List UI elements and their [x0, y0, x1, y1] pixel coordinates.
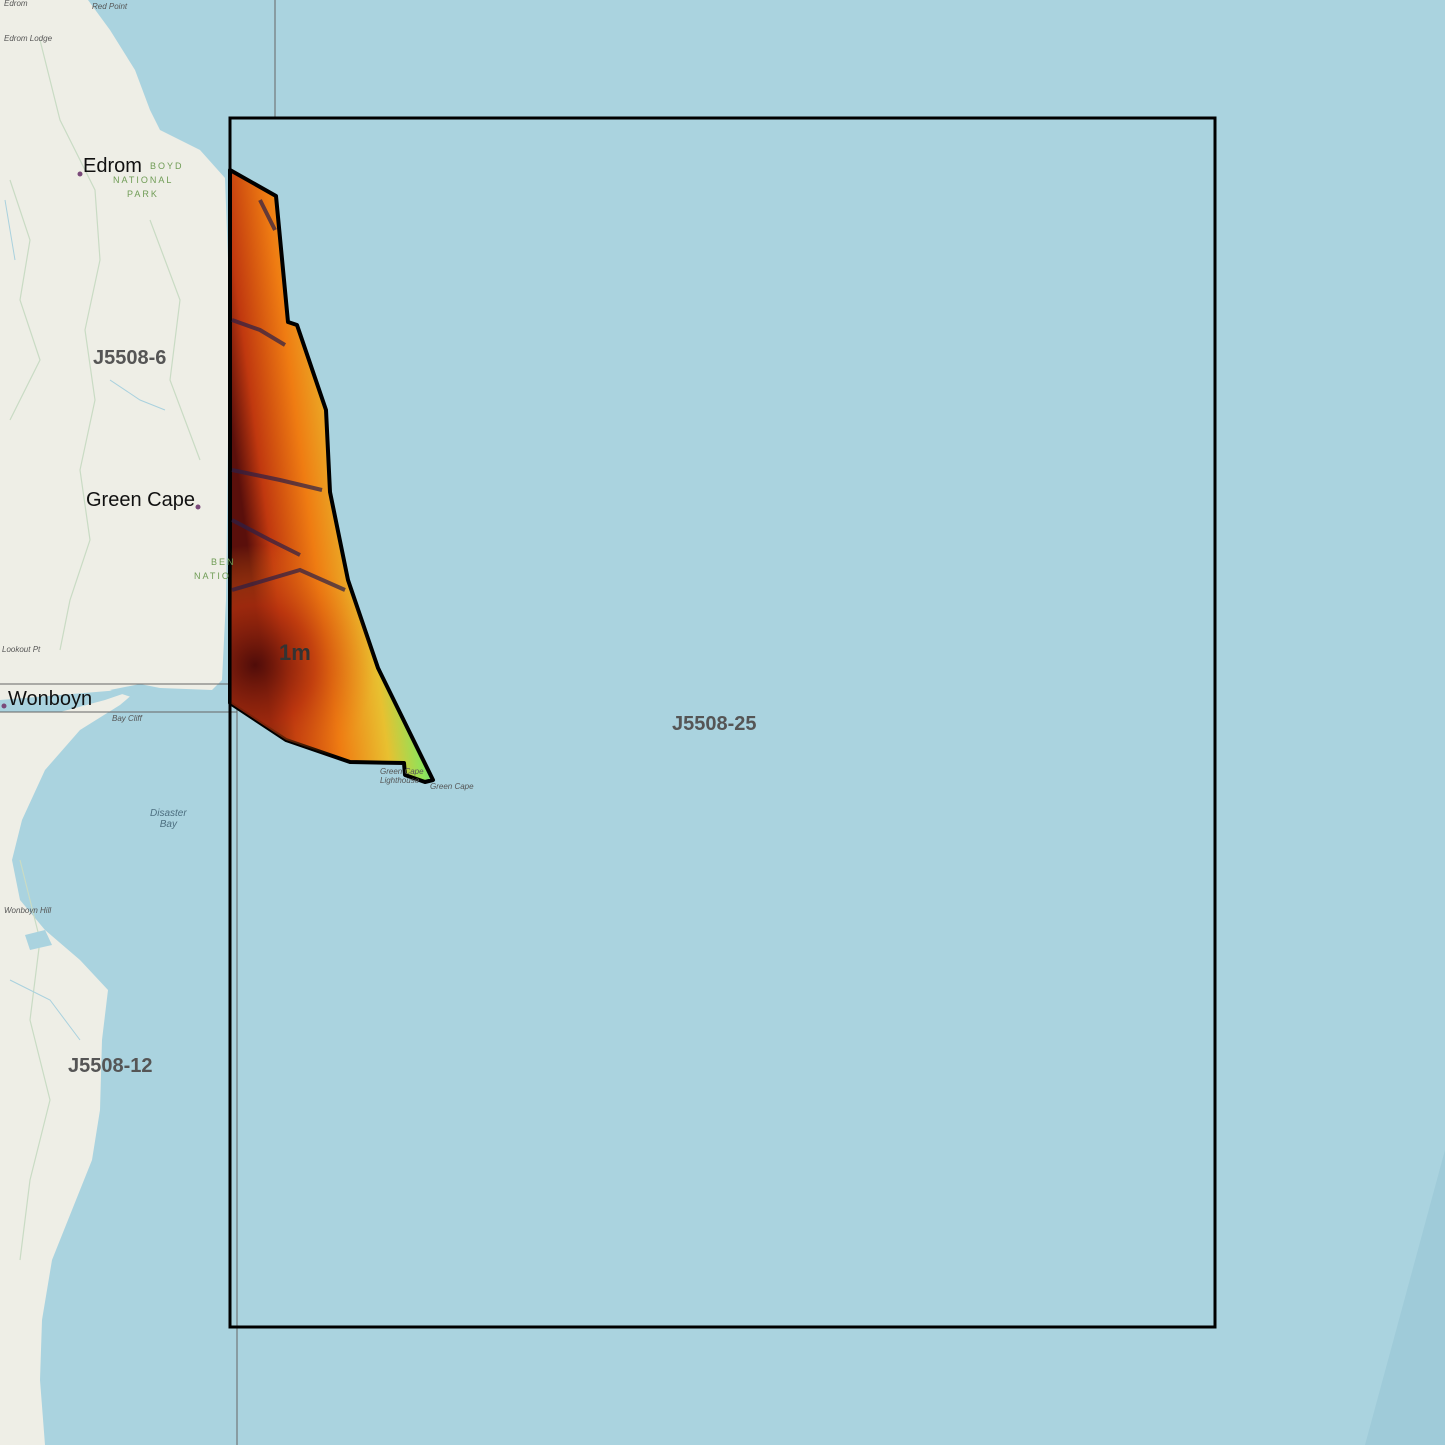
minor-label: Green Cape Lighthouse — [380, 767, 424, 785]
elevation-raster[interactable] — [228, 168, 435, 784]
minor-label: Bay Cliff — [112, 714, 142, 723]
tile-label-j5508-6[interactable]: J5508-6 — [93, 347, 166, 370]
minor-label: Edrom Lodge — [4, 34, 53, 43]
open-ocean-deep — [1365, 1150, 1445, 1445]
bay-label-line2: Bay — [159, 819, 177, 830]
minor-label: Lookout Pt — [2, 645, 41, 654]
park-label: PARK — [127, 189, 159, 199]
bay-label: Disaster Bay — [150, 808, 187, 830]
place-dot-wonboyn — [1, 703, 7, 709]
bay-label-line1: Disaster — [150, 808, 187, 819]
place-label-edrom[interactable]: Edrom — [83, 155, 142, 178]
place-dot-edrom — [77, 171, 83, 177]
minor-label: Red Point — [92, 2, 128, 11]
minor-label: Edrom — [4, 0, 28, 8]
place-dot-green-cape — [195, 504, 201, 510]
tile-label-j5508-12[interactable]: J5508-12 — [68, 1055, 153, 1078]
park-label: BEN — [211, 557, 236, 567]
minor-label: Wonboyn Hill — [4, 906, 52, 915]
minor-label: Green Cape — [430, 782, 474, 791]
park-label: BOYD — [150, 161, 184, 171]
place-label-wonboyn[interactable]: Wonboyn — [8, 688, 92, 711]
map-canvas[interactable]: Red Point Edrom Edrom Lodge Lookout Pt B… — [0, 0, 1445, 1445]
park-label: NATIO — [194, 571, 231, 581]
place-label-green-cape[interactable]: Green Cape — [86, 489, 195, 512]
tile-label-j5508-25[interactable]: J5508-25 — [672, 713, 757, 736]
resolution-label: 1m — [279, 640, 311, 665]
